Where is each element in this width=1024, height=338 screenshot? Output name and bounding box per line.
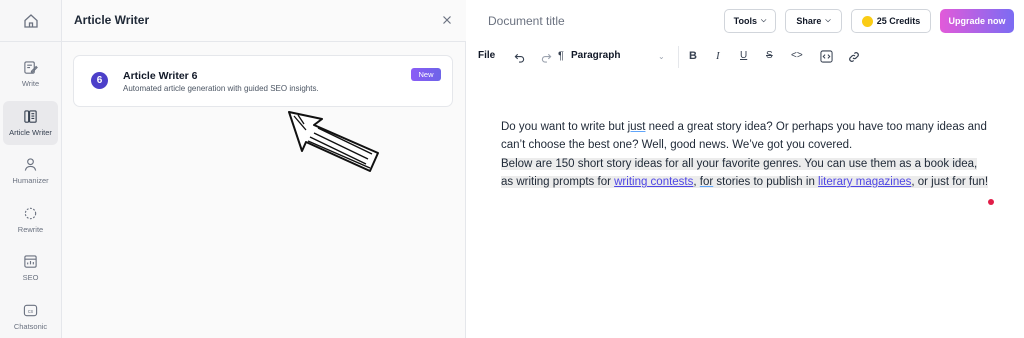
underline-button[interactable]: U xyxy=(740,50,747,61)
writing-contests-link[interactable]: writing contests xyxy=(614,176,693,188)
document-body[interactable]: Do you want to write but just need a gre… xyxy=(501,118,991,192)
version-number-badge: 6 xyxy=(91,72,108,89)
chevron-down-icon[interactable]: ⌄ xyxy=(658,52,665,61)
cursor-indicator xyxy=(988,199,994,205)
rail-item-label: Humanizer xyxy=(12,176,49,185)
pilcrow-icon: ¶ xyxy=(558,50,564,62)
card-description: Automated article generation with guided… xyxy=(123,84,319,93)
new-badge: New xyxy=(411,68,441,81)
credits-label: 25 Credits xyxy=(876,16,921,26)
rail-item-label: Article Writer xyxy=(9,128,52,137)
link-icon[interactable] xyxy=(848,51,860,63)
article-writer-icon xyxy=(24,110,37,123)
pointer-arrow-icon xyxy=(288,111,379,172)
close-icon[interactable] xyxy=(440,13,454,27)
humanizer-icon xyxy=(24,158,37,171)
seo-icon xyxy=(24,255,37,268)
upgrade-now-button[interactable]: Upgrade now xyxy=(940,9,1014,33)
credits-button[interactable]: 25 Credits xyxy=(851,9,931,33)
editor: Document title Tools ⌵ Share ⌵ 25 Credit… xyxy=(466,0,1024,338)
card-title: Article Writer 6 xyxy=(123,70,198,82)
rail-item-seo[interactable]: SEO xyxy=(3,246,58,290)
tools-label: Tools xyxy=(733,16,758,26)
left-rail: Write Article Writer Humanizer Rewrite S… xyxy=(0,0,62,338)
chevron-down-icon: ⌵ xyxy=(761,17,767,24)
rail-item-label: SEO xyxy=(22,273,39,282)
editor-topbar: Document title Tools ⌵ Share ⌵ 25 Credit… xyxy=(466,0,1024,42)
toolbar-divider xyxy=(678,46,679,68)
file-menu[interactable]: File xyxy=(478,50,495,61)
rail-item-label: Rewrite xyxy=(17,225,44,234)
home-button[interactable] xyxy=(0,0,62,42)
rail-item-chatsonic[interactable]: cs Chatsonic xyxy=(3,295,58,338)
chevron-down-icon: ⌵ xyxy=(825,17,831,24)
chatsonic-icon: cs xyxy=(23,304,38,317)
paragraph-2: Below are 150 short story ideas for all … xyxy=(501,157,989,189)
panel-title: Article Writer xyxy=(74,13,150,27)
code-icon[interactable]: <> xyxy=(791,50,803,61)
rail-item-label: Chatsonic xyxy=(13,322,48,331)
rail-item-write[interactable]: Write xyxy=(3,52,58,96)
write-icon xyxy=(24,61,38,74)
strikethrough-button[interactable]: S xyxy=(766,50,773,61)
paragraph-1: Do you want to write but just need a gre… xyxy=(501,121,987,152)
share-label: Share xyxy=(796,16,822,26)
bold-button[interactable]: B xyxy=(689,50,697,62)
formatting-toolbar: File ¶ Paragraph ⌄ B I U S <> xyxy=(466,42,1024,72)
svg-text:cs: cs xyxy=(28,309,34,315)
credits-coin-icon xyxy=(861,15,873,27)
paragraph-style-select[interactable]: Paragraph xyxy=(571,50,620,61)
home-icon xyxy=(24,13,38,28)
article-writer-panel: Article Writer 6 Article Writer 6 Automa… xyxy=(62,0,466,338)
article-writer-6-card[interactable]: 6 Article Writer 6 Automated article gen… xyxy=(73,55,453,107)
undo-icon[interactable] xyxy=(514,52,525,63)
redo-icon[interactable] xyxy=(541,52,552,63)
tools-button[interactable]: Tools ⌵ xyxy=(724,9,776,33)
rail-item-rewrite[interactable]: Rewrite xyxy=(3,198,58,242)
share-button[interactable]: Share ⌵ xyxy=(785,9,842,33)
rewrite-icon xyxy=(24,207,37,220)
italic-button[interactable]: I xyxy=(716,50,720,62)
rail-item-humanizer[interactable]: Humanizer xyxy=(3,149,58,193)
code-block-icon[interactable] xyxy=(820,50,833,63)
rail-item-article-writer[interactable]: Article Writer xyxy=(3,101,58,145)
panel-header: Article Writer xyxy=(62,0,466,42)
literary-magazines-link[interactable]: literary magazines xyxy=(818,176,911,188)
document-title-input[interactable]: Document title xyxy=(488,14,565,28)
rail-item-label: Write xyxy=(21,79,40,88)
